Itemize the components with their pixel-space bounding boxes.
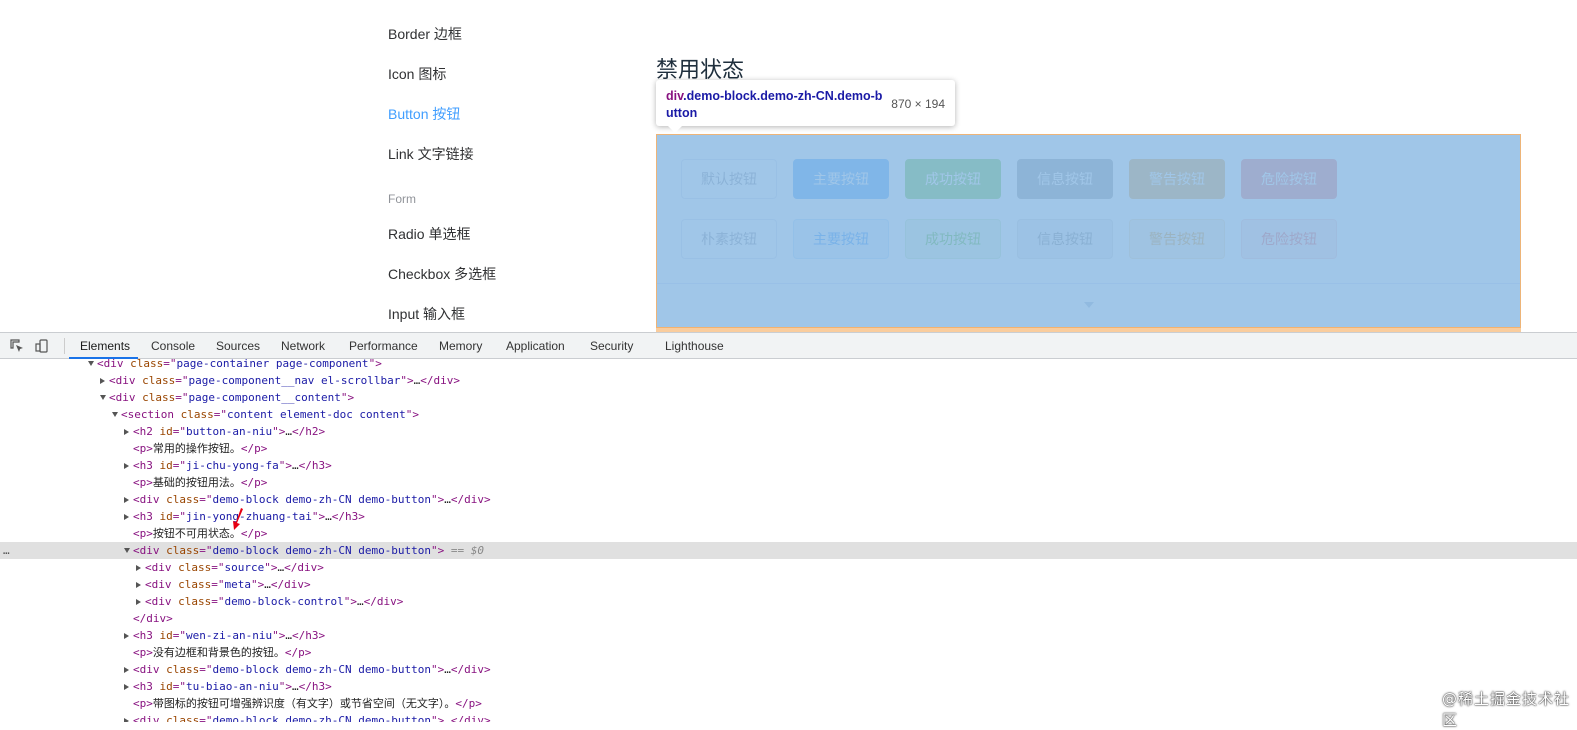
dom-node-code: <p>没有边框和背景色的按钮。</p> <box>133 646 312 659</box>
dom-node-code: <div class="demo-block demo-zh-CN demo-b… <box>133 663 491 676</box>
expand-arrow-icon[interactable] <box>88 361 94 366</box>
dom-node-code: <p>带图标的按钮可增强辨识度（有文字）或节省空间（无文字）。</p> <box>133 697 482 710</box>
dom-node-row[interactable]: <p>没有边框和背景色的按钮。</p> <box>0 644 1577 661</box>
row-ellipsis[interactable]: … <box>3 542 10 559</box>
dom-node-code: <p>按钮不可用状态。</p> <box>133 527 268 540</box>
tab-application[interactable]: Application <box>506 333 565 359</box>
tab-memory[interactable]: Memory <box>439 333 482 359</box>
sidebar-item[interactable]: Button 按钮 <box>388 104 460 124</box>
watermark: @稀土掘金技术社区 <box>1442 690 1571 729</box>
collapse-arrow-icon[interactable] <box>136 565 141 571</box>
dom-node-code: <div class="source">…</div> <box>145 561 324 574</box>
dom-node-code: <div class="demo-block demo-zh-CN demo-b… <box>133 493 491 506</box>
dom-node-row[interactable]: … <div class="demo-block demo-zh-CN demo-… <box>0 542 1577 559</box>
inspect-tooltip: div.demo-block.demo-zh-CN.demo-button 87… <box>656 80 955 133</box>
dom-node-code: <p>常用的操作按钮。</p> <box>133 442 268 455</box>
tooltip-selector: div.demo-block.demo-zh-CN.demo-button <box>666 88 886 122</box>
tooltip-class: .demo-block.demo-zh-CN.demo-button <box>666 89 883 120</box>
dom-node-code: </div> <box>133 612 173 625</box>
dom-node-row[interactable]: <div class="meta">…</div> <box>0 576 1577 593</box>
tab-elements[interactable]: Elements <box>80 333 130 359</box>
sidebar-item[interactable]: Input 输入框 <box>388 304 465 324</box>
collapse-arrow-icon[interactable] <box>136 582 141 588</box>
inspect-element-icon[interactable] <box>10 339 24 353</box>
tooltip-tag: div <box>666 89 684 103</box>
dom-node-code: <div class="page-component__content"> <box>109 391 355 404</box>
dom-node-row[interactable]: </div> <box>0 610 1577 627</box>
tab-sources[interactable]: Sources <box>216 333 260 359</box>
dom-node-row[interactable]: <div class="page-component__content"> <box>0 389 1577 406</box>
tooltip-size: 870 × 194 <box>891 97 945 111</box>
dom-node-code: <h3 id="tu-biao-an-niu">…</h3> <box>133 680 332 693</box>
page-viewport: Border 边框 Icon 图标 Button 按钮 Link 文字链接 Form Ra… <box>0 0 1577 332</box>
collapse-arrow-icon[interactable] <box>124 514 129 520</box>
dom-node-row[interactable]: <div class="demo-block demo-zh-CN demo-b… <box>0 491 1577 508</box>
collapse-arrow-icon[interactable] <box>100 378 105 384</box>
device-toolbar-icon[interactable] <box>35 339 49 353</box>
expand-arrow-icon[interactable] <box>100 395 106 400</box>
elements-dom-tree: <div class="page-container page-componen… <box>0 359 1577 722</box>
dom-node-code: <div class="page-component__nav el-scrol… <box>109 374 461 387</box>
collapse-arrow-icon[interactable] <box>124 718 129 722</box>
dom-node-row[interactable]: <div class="source">…</div> <box>0 559 1577 576</box>
dom-node-code: <h3 id="jin-yong-zhuang-tai">…</h3> <box>133 510 365 523</box>
dom-node-row[interactable]: <p>带图标的按钮可增强辨识度（有文字）或节省空间（无文字）。</p> <box>0 695 1577 712</box>
dom-node-row[interactable]: <h2 id="button-an-niu">…</h2> <box>0 423 1577 440</box>
dom-node-code: <div class="demo-block-control">…</div> <box>145 595 404 608</box>
dom-node-row[interactable]: <h3 id="wen-zi-an-niu">…</h3> <box>0 627 1577 644</box>
sidebar-item[interactable]: Icon 图标 <box>388 64 446 84</box>
collapse-arrow-icon[interactable] <box>124 497 129 503</box>
dom-node-row[interactable]: <div class="demo-block-control">…</div> <box>0 593 1577 610</box>
dom-node-code: <div class="demo-block demo-zh-CN demo-b… <box>133 544 485 557</box>
inspect-highlight-content <box>656 134 1521 328</box>
sidebar-item[interactable]: Border 边框 <box>388 24 462 44</box>
collapse-arrow-icon[interactable] <box>124 684 129 690</box>
dom-node-code: <section class="content element-doc cont… <box>121 408 420 421</box>
dom-node-row[interactable]: <h3 id="ji-chu-yong-fa">…</h3> <box>0 457 1577 474</box>
tab-network[interactable]: Network <box>281 333 325 359</box>
red-pointer-arrow-icon <box>233 508 243 530</box>
dom-node-row[interactable]: <p>常用的操作按钮。</p> <box>0 440 1577 457</box>
sidebar-item[interactable]: Checkbox 多选框 <box>388 264 496 284</box>
collapse-arrow-icon[interactable] <box>136 599 141 605</box>
collapse-arrow-icon[interactable] <box>124 633 129 639</box>
dom-node-code: <h3 id="ji-chu-yong-fa">…</h3> <box>133 459 332 472</box>
dom-node-row[interactable]: <p>基础的按钮用法。</p> <box>0 474 1577 491</box>
sidebar-item[interactable]: Link 文字链接 <box>388 144 474 164</box>
dom-node-row[interactable]: <section class="content element-doc cont… <box>0 406 1577 423</box>
dom-node-row[interactable]: <div class="page-container page-componen… <box>0 359 1577 372</box>
sidebar-group-title: Form <box>388 192 416 206</box>
tooltip-arrow <box>668 126 682 133</box>
devtools-toolbar: Elements Console Sources Network Performance… <box>0 332 1577 359</box>
collapse-arrow-icon[interactable] <box>124 667 129 673</box>
dom-node-row[interactable]: <h3 id="tu-biao-an-niu">…</h3> <box>0 678 1577 695</box>
expand-arrow-icon[interactable] <box>124 548 130 553</box>
dom-node-row[interactable]: <div class="demo-block demo-zh-CN demo-b… <box>0 661 1577 678</box>
tab-security[interactable]: Security <box>590 333 633 359</box>
dom-node-code: <div class="demo-block demo-zh-CN demo-b… <box>133 714 491 722</box>
collapse-arrow-icon[interactable] <box>124 429 129 435</box>
dom-node-code: <div class="page-container page-componen… <box>97 359 382 370</box>
tab-console[interactable]: Console <box>151 333 195 359</box>
tab-performance[interactable]: Performance <box>349 333 418 359</box>
sidebar-item[interactable]: Radio 单选框 <box>388 224 470 244</box>
dom-node-code: <h2 id="button-an-niu">…</h2> <box>133 425 326 438</box>
toolbar-separator <box>64 338 65 354</box>
tab-lighthouse[interactable]: Lighthouse <box>665 333 724 359</box>
dom-node-code: <div class="meta">…</div> <box>145 578 311 591</box>
collapse-arrow-icon[interactable] <box>124 463 129 469</box>
dom-node-row[interactable]: <div class="page-component__nav el-scrol… <box>0 372 1577 389</box>
dom-node-code: <p>基础的按钮用法。</p> <box>133 476 268 489</box>
dom-node-row[interactable]: <div class="demo-block demo-zh-CN demo-b… <box>0 712 1577 722</box>
dom-node-code: <h3 id="wen-zi-an-niu">…</h3> <box>133 629 326 642</box>
expand-arrow-icon[interactable] <box>112 412 118 417</box>
